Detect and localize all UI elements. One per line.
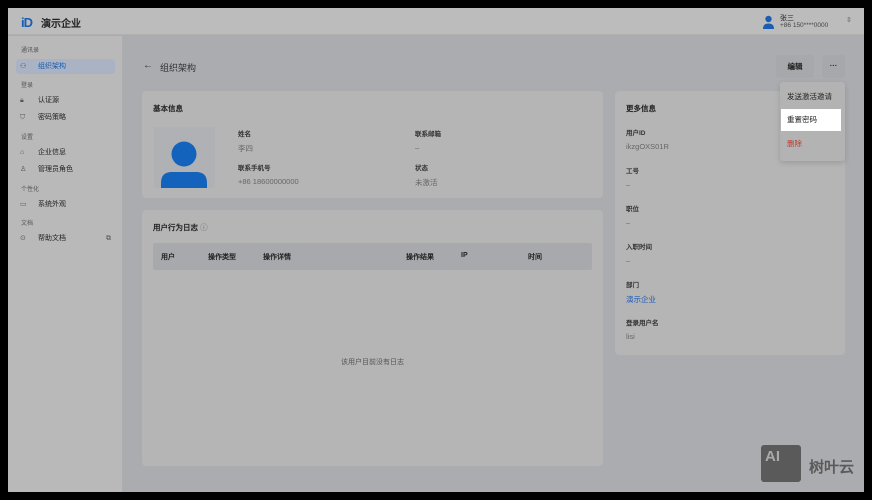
person-icon — [161, 141, 207, 188]
field-value: – — [626, 256, 631, 265]
field-label: 入职时间 — [626, 244, 652, 251]
field-value: ikzgOXS01R — [626, 142, 669, 151]
page-title: 组织架构 — [160, 63, 197, 73]
phone-value: +86 18600000000 — [238, 177, 299, 186]
building-icon: ⌂ — [20, 149, 25, 156]
top-header: iD 演示企业 张三 +86 150****0000 ⇳ — [8, 8, 864, 35]
user-avatar — [154, 127, 215, 188]
sidebar-item-org[interactable]: ⚇ 组织架构 — [16, 59, 115, 74]
sidebar-item-label: 认证源 — [38, 97, 59, 104]
status-value: 未激活 — [415, 178, 438, 187]
external-link-icon: ⧉ — [106, 235, 111, 242]
column-header: 操作类型 — [208, 254, 236, 261]
sidebar-section: 个性化 — [21, 187, 40, 193]
sidebar-item-admin-roles[interactable]: ♙ 管理员角色 — [16, 162, 115, 177]
column-header: 操作详情 — [263, 254, 291, 261]
column-header: IP — [461, 252, 468, 259]
log-title: 用户行为日志 — [153, 223, 198, 232]
sidebar-item-label: 管理员角色 — [38, 166, 73, 173]
org-icon: ⚇ — [20, 63, 27, 70]
table-header: 用户 操作类型 操作详情 操作结果 IP 时间 — [153, 243, 592, 270]
watermark-text: 树叶云 — [809, 459, 855, 476]
app-window: iD 演示企业 张三 +86 150****0000 ⇳ 通讯录 ⚇ 组织架构 登… — [8, 8, 864, 492]
app-logo: iD — [21, 15, 33, 30]
department-link[interactable]: 演示企业 — [626, 294, 656, 305]
field-value: – — [626, 180, 631, 189]
sidebar-item-auth-source[interactable]: 🔒︎ 认证源 — [16, 93, 115, 108]
sidebar-item-label: 组织架构 — [38, 63, 66, 70]
card-title: 基本信息 — [153, 104, 183, 113]
menu-item-reset-password[interactable]: 重置密码 — [781, 109, 841, 131]
watermark-logo: AI — [761, 445, 801, 482]
menu-item-send-invite[interactable]: 发送激活邀请 — [781, 86, 841, 108]
phone-label: 联系手机号 — [238, 165, 271, 172]
sidebar-item-password-policy[interactable]: ⛉ 密码策略 — [16, 110, 115, 125]
column-header: 时间 — [528, 254, 542, 261]
sidebar-section: 登录 — [21, 83, 34, 89]
sidebar-item-label: 帮助文档 — [38, 235, 66, 242]
sidebar-section: 通讯录 — [21, 48, 40, 54]
user-phone: +86 150****0000 — [780, 22, 829, 29]
sidebar-section: 设置 — [21, 135, 34, 141]
help-icon[interactable]: ⓘ — [200, 223, 208, 232]
shield-icon: ⛉ — [20, 114, 26, 121]
sidebar-item-appearance[interactable]: ▭ 系统外观 — [16, 197, 115, 212]
name-label: 姓名 — [238, 131, 251, 138]
sidebar-item-help-docs[interactable]: ⊙ 帮助文档 ⧉ — [16, 231, 115, 246]
field-label: 部门 — [626, 282, 639, 289]
sidebar-section: 文档 — [21, 221, 34, 227]
lock-icon: 🔒︎ — [20, 97, 24, 104]
sidebar-item-label: 企业信息 — [38, 149, 66, 156]
field-label: 登录用户名 — [626, 320, 659, 327]
more-button[interactable]: ··· — [822, 55, 845, 78]
field-value: – — [626, 218, 631, 227]
field-label: 工号 — [626, 168, 639, 175]
email-label: 联系邮箱 — [415, 131, 441, 138]
watermark-logo-text: AI — [765, 448, 780, 465]
field-value: lisi — [626, 332, 635, 341]
menu-item-delete[interactable]: 删除 — [781, 133, 841, 155]
monitor-icon: ▭ — [20, 201, 27, 208]
card-title: 更多信息 — [626, 104, 656, 113]
chevron-updown-icon[interactable]: ⇳ — [846, 16, 852, 24]
card-title: 用户行为日志 ⓘ — [153, 222, 208, 233]
status-label: 状态 — [415, 165, 428, 172]
sidebar-item-company-info[interactable]: ⌂ 企业信息 — [16, 145, 115, 160]
admin-icon: ♙ — [20, 166, 27, 173]
edit-button[interactable]: 编辑 — [776, 55, 814, 78]
field-label: 用户ID — [626, 130, 646, 137]
empty-state: 该用户目前没有日志 — [341, 359, 404, 366]
field-label: 职位 — [626, 206, 639, 213]
name-value: 李四 — [238, 144, 253, 153]
more-actions-menu: 发送激活邀请 重置密码 删除 — [780, 82, 845, 161]
app-name: 演示企业 — [41, 19, 81, 30]
user-avatar-icon[interactable] — [762, 15, 775, 29]
email-value: – — [415, 143, 420, 152]
column-header: 操作结果 — [406, 254, 434, 261]
sidebar-item-label: 系统外观 — [38, 201, 66, 208]
sidebar-item-label: 密码策略 — [38, 114, 66, 121]
basic-info-card: 基本信息 姓名 李四 联系邮箱 – 联系手机号 +86 18600000000 … — [142, 91, 603, 198]
sidebar: 通讯录 ⚇ 组织架构 登录 🔒︎ 认证源 ⛉ 密码策略 设置 ⌂ 企业信息 ♙ 管理员角色… — [8, 36, 122, 492]
back-arrow-icon[interactable]: ← — [143, 60, 153, 71]
location-icon: ⊙ — [20, 235, 26, 242]
activity-log-card: 用户行为日志 ⓘ 用户 操作类型 操作详情 操作结果 IP 时间 该用户目前没有… — [142, 210, 603, 466]
column-header: 用户 — [161, 254, 175, 261]
